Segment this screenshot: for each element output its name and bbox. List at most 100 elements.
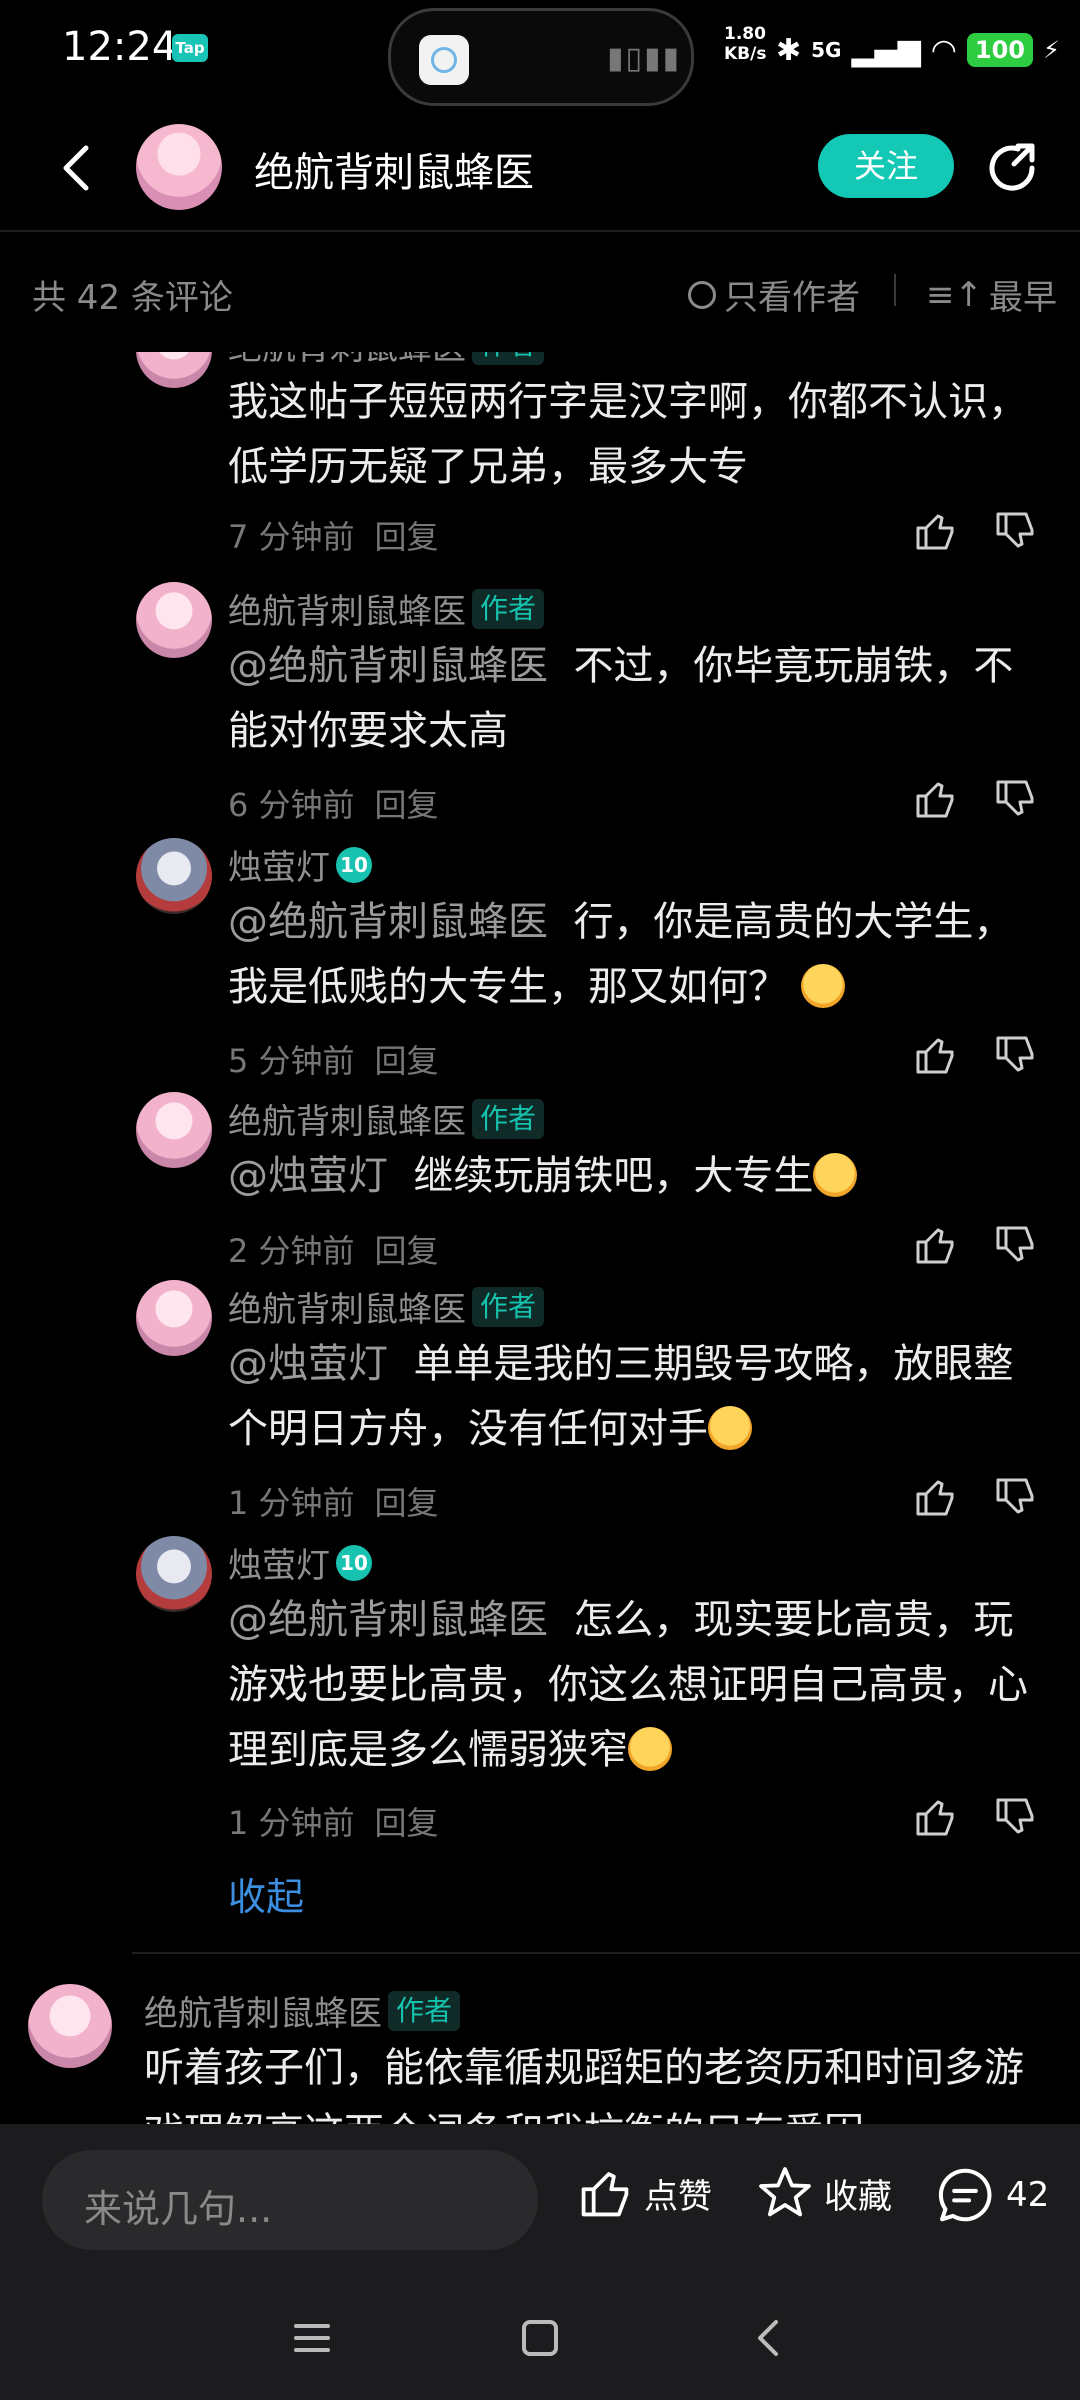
thumbs-up-icon[interactable] <box>912 1794 958 1840</box>
reply-author-name: 绝航背刺鼠蜂医 <box>228 352 466 369</box>
comment-bubble-icon <box>938 2168 992 2222</box>
comments-button[interactable]: 42 <box>934 2164 1049 2226</box>
avatar[interactable] <box>136 124 222 210</box>
wifi-icon: ◠ <box>930 32 957 68</box>
author-name[interactable]: 绝航背刺鼠蜂医 <box>254 140 534 198</box>
tap-app-icon: Tap <box>172 34 208 62</box>
reply-meta: 5 分钟前 回复 <box>228 1036 439 1082</box>
avatar[interactable] <box>136 838 212 914</box>
author-tag: 作者 <box>472 352 545 365</box>
reply-author[interactable]: 绝航背刺鼠蜂医 作者 <box>228 1094 545 1143</box>
mention-link[interactable]: @绝航背刺鼠蜂医 <box>228 643 548 689</box>
reply-author[interactable]: 绝航背刺鼠蜂医 作者 <box>228 1282 545 1331</box>
reply-button[interactable]: 回复 <box>375 1804 439 1842</box>
sort-bar: 共 42 条评论 只看作者 ≡↑ 最早 <box>0 232 1080 352</box>
only-author-label: 只看作者 <box>724 278 860 318</box>
reply-author-name: 绝航背刺鼠蜂医 <box>228 1102 466 1142</box>
sort-order-button[interactable]: ≡↑ 最早 <box>926 270 1057 319</box>
author-tag: 作者 <box>472 1098 545 1139</box>
dynamic-island[interactable]: ▮▯▮▮ <box>388 8 694 106</box>
reply-time: 5 分钟前 <box>228 1042 355 1080</box>
status-icons: ✱ 5G ▂▄▆ ◠ 100 ⚡ <box>776 28 1060 72</box>
thumbs-down-icon[interactable] <box>992 1794 1038 1840</box>
mention-link[interactable]: @烛萤灯 <box>228 1341 388 1387</box>
star-icon <box>759 2167 811 2217</box>
thumbs-up-icon[interactable] <box>912 1032 958 1078</box>
comment-count-badge: 42 <box>1006 2175 1050 2215</box>
net-speed-unit: KB/s <box>724 44 767 64</box>
app-icon <box>419 35 469 85</box>
menu-icon[interactable] <box>284 2310 340 2366</box>
avatar[interactable] <box>136 352 212 388</box>
thumbs-up-icon[interactable] <box>912 1222 958 1268</box>
reply-text[interactable]: @绝航背刺鼠蜂医 不过，你毕竟玩崩铁，不能对你要求太高 <box>228 634 1028 764</box>
mention-link[interactable]: @绝航背刺鼠蜂医 <box>228 1597 548 1643</box>
mention-link[interactable]: @绝航背刺鼠蜂医 <box>228 899 548 945</box>
reply-time: 6 分钟前 <box>228 786 355 824</box>
reply-author[interactable]: 绝航背刺鼠蜂医 作者 <box>228 352 545 369</box>
only-author-toggle[interactable]: 只看作者 <box>688 270 860 319</box>
follow-button[interactable]: 关注 <box>818 134 954 198</box>
radio-circle-icon <box>688 280 716 309</box>
reply-author-name: 烛萤灯 <box>228 848 330 888</box>
avatar[interactable] <box>136 582 212 658</box>
charging-icon: ⚡ <box>1043 36 1060 64</box>
audio-wave-icon: ▮▯▮▮ <box>607 41 682 76</box>
thumbs-up-icon[interactable] <box>912 776 958 822</box>
collapse-replies-link[interactable]: 收起 <box>228 1866 304 1921</box>
reply-text[interactable]: @绝航背刺鼠蜂医 行，你是高贵的大学生，我是低贱的大专生，那又如何？ <box>228 890 1028 1020</box>
back-icon[interactable] <box>742 2310 798 2366</box>
reply-button[interactable]: 回复 <box>375 518 439 556</box>
bottom-action-bar: 来说几句... 点赞 收藏 42 <box>0 2124 1080 2280</box>
reply-author-name: 烛萤灯 <box>228 1546 330 1586</box>
level-badge: 10 <box>336 1544 372 1581</box>
reply-text[interactable]: @绝航背刺鼠蜂医 怎么，现实要比高贵，玩游戏也要比高贵，你这么想证明自己高贵，心… <box>228 1588 1028 1783</box>
back-arrow-icon[interactable] <box>48 138 108 198</box>
reply-button[interactable]: 回复 <box>375 1484 439 1522</box>
thumbs-up-icon[interactable] <box>912 508 958 554</box>
reply-meta: 1 分钟前 回复 <box>228 1798 439 1844</box>
favorite-label: 收藏 <box>824 2176 892 2217</box>
emoji-icon <box>708 1406 752 1450</box>
reply-text[interactable]: 我这帖子短短两行字是汉字啊，你都不认识，低学历无疑了兄弟，最多大专 <box>228 370 1028 500</box>
author-tag: 作者 <box>388 1990 461 2031</box>
mention-link[interactable]: @烛萤灯 <box>228 1153 388 1199</box>
reply-button[interactable]: 回复 <box>375 1232 439 1270</box>
comment-author[interactable]: 绝航背刺鼠蜂医 作者 <box>144 1986 461 2035</box>
reply-meta: 6 分钟前 回复 <box>228 780 439 826</box>
comment-list[interactable]: 绝航背刺鼠蜂医 作者 我这帖子短短两行字是汉字啊，你都不认识，低学历无疑了兄弟，… <box>0 352 1080 2124</box>
home-icon[interactable] <box>512 2310 568 2366</box>
share-icon[interactable] <box>984 138 1044 198</box>
reply-author-name: 绝航背刺鼠蜂医 <box>228 1290 466 1330</box>
reply-author[interactable]: 绝航背刺鼠蜂医 作者 <box>228 584 545 633</box>
thumbs-down-icon[interactable] <box>992 776 1038 822</box>
reply-button[interactable]: 回复 <box>375 1042 439 1080</box>
input-placeholder: 来说几句... <box>84 2187 273 2231</box>
comment-text[interactable]: 听着孩子们，能依靠循规蹈矩的老资历和时间多游戏理解高这两个词条和我抗衡的只有爱因 <box>144 2036 1024 2124</box>
like-button[interactable]: 点赞 <box>576 2164 712 2222</box>
reply-author[interactable]: 烛萤灯 10 <box>228 840 372 889</box>
thumbs-down-icon[interactable] <box>992 1032 1038 1078</box>
thumbs-up-icon <box>581 2172 629 2217</box>
reply-text[interactable]: @烛萤灯 单单是我的三期毁号攻略，放眼整个明日方舟，没有任何对手 <box>228 1332 1028 1462</box>
thumbs-up-icon[interactable] <box>912 1474 958 1520</box>
author-tag: 作者 <box>472 588 545 629</box>
reply-author[interactable]: 烛萤灯 10 <box>228 1538 372 1587</box>
like-label: 点赞 <box>644 2176 712 2217</box>
reply-time: 2 分钟前 <box>228 1232 355 1270</box>
avatar[interactable] <box>28 1984 112 2068</box>
thumbs-down-icon[interactable] <box>992 508 1038 554</box>
reply-author-name: 绝航背刺鼠蜂医 <box>228 592 466 632</box>
reply-text[interactable]: @烛萤灯 继续玩崩铁吧，大专生 <box>228 1144 1028 1209</box>
avatar[interactable] <box>136 1536 212 1612</box>
avatar[interactable] <box>136 1092 212 1168</box>
comment-input[interactable]: 来说几句... <box>42 2150 538 2250</box>
emoji-icon <box>813 1153 858 1197</box>
emoji-icon <box>628 1727 672 1771</box>
favorite-button[interactable]: 收藏 <box>756 2164 892 2222</box>
signal-icon: ▂▄▆ <box>851 32 921 68</box>
thumbs-down-icon[interactable] <box>992 1474 1038 1520</box>
avatar[interactable] <box>136 1280 212 1356</box>
reply-button[interactable]: 回复 <box>375 786 439 824</box>
thumbs-down-icon[interactable] <box>992 1222 1038 1268</box>
